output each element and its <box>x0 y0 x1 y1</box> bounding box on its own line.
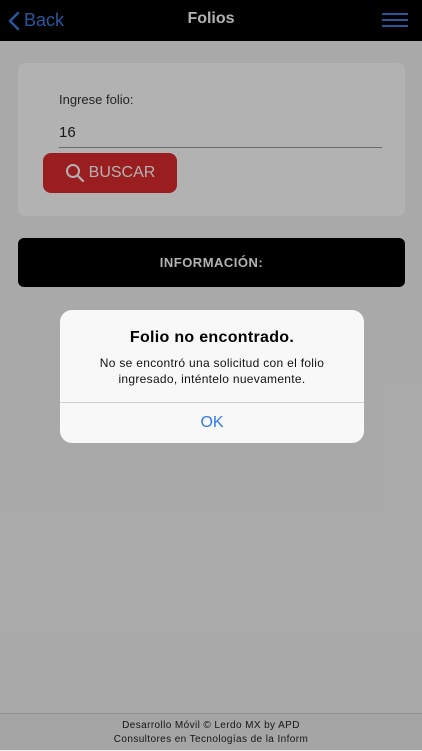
alert-dialog: Folio no encontrado. No se encontró una … <box>60 310 364 443</box>
alert-message: No se encontró una solicitud con el foli… <box>99 356 325 386</box>
alert-title: Folio no encontrado. <box>129 329 295 346</box>
ok-button[interactable]: OK <box>60 403 364 443</box>
